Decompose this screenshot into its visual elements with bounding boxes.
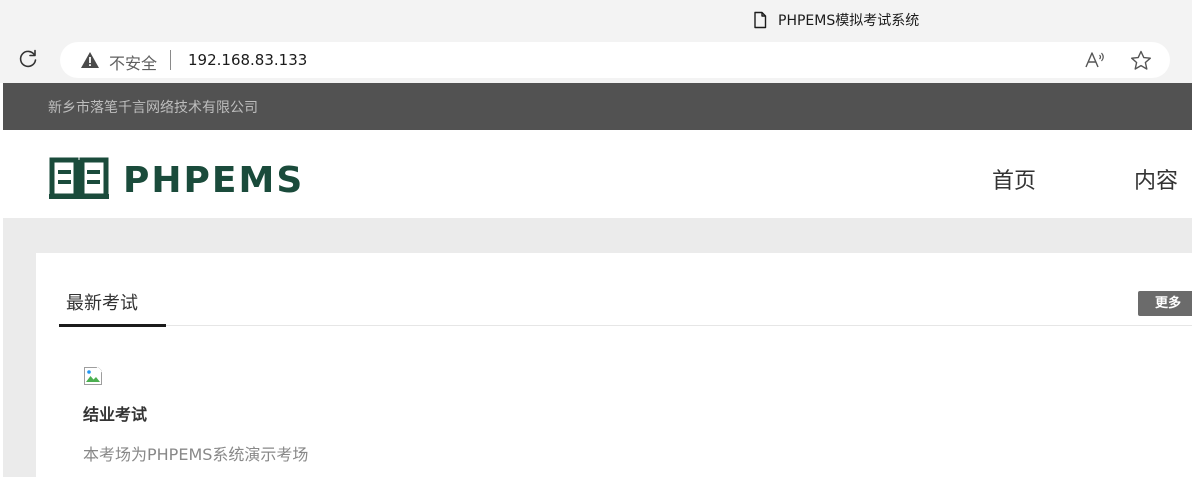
exam-title[interactable]: 结业考试 — [83, 401, 147, 425]
warning-icon[interactable] — [80, 51, 100, 73]
security-status-label[interactable]: 不安全 — [109, 50, 157, 74]
section-active-underline — [59, 324, 166, 327]
refresh-icon — [17, 48, 39, 74]
browser-tabstrip: PHPEMS模拟考试系统 — [0, 0, 1192, 38]
site-logo[interactable]: PHPEMS — [49, 156, 304, 204]
refresh-button[interactable] — [15, 48, 41, 74]
read-aloud-icon[interactable] — [1084, 50, 1106, 74]
url-text[interactable]: 192.168.83.133 — [188, 51, 307, 69]
browser-toolbar: 不安全 192.168.83.133 — [0, 38, 1192, 83]
section-title[interactable]: 最新考试 — [66, 289, 138, 315]
site-header: PHPEMS 首页 内容 — [3, 130, 1192, 218]
tab-title: PHPEMS模拟考试系统 — [778, 13, 920, 29]
site-topbar: 新乡市落笔千言网络技术有限公司 — [3, 83, 1192, 130]
nav-item-home[interactable]: 首页 — [992, 163, 1036, 195]
more-button[interactable]: 更多 — [1138, 291, 1192, 316]
broken-image-icon[interactable] — [83, 366, 103, 390]
address-separator — [170, 50, 171, 70]
logo-text: PHPEMS — [123, 159, 305, 201]
document-icon — [752, 11, 768, 29]
star-icon[interactable] — [1130, 50, 1152, 75]
section-divider — [59, 325, 1192, 326]
address-bar[interactable]: 不安全 192.168.83.133 — [60, 42, 1170, 78]
nav-item-content[interactable]: 内容 — [1134, 163, 1178, 195]
company-name: 新乡市落笔千言网络技术有限公司 — [48, 100, 258, 116]
browser-tab[interactable]: PHPEMS模拟考试系统 — [752, 6, 919, 34]
exam-description: 本考场为PHPEMS系统演示考场 — [83, 445, 309, 464]
logo-book-icon — [49, 156, 109, 204]
latest-exams-panel: 最新考试 更多 结业考试 本考场为PHPEMS系统演示考场 — [36, 253, 1192, 477]
